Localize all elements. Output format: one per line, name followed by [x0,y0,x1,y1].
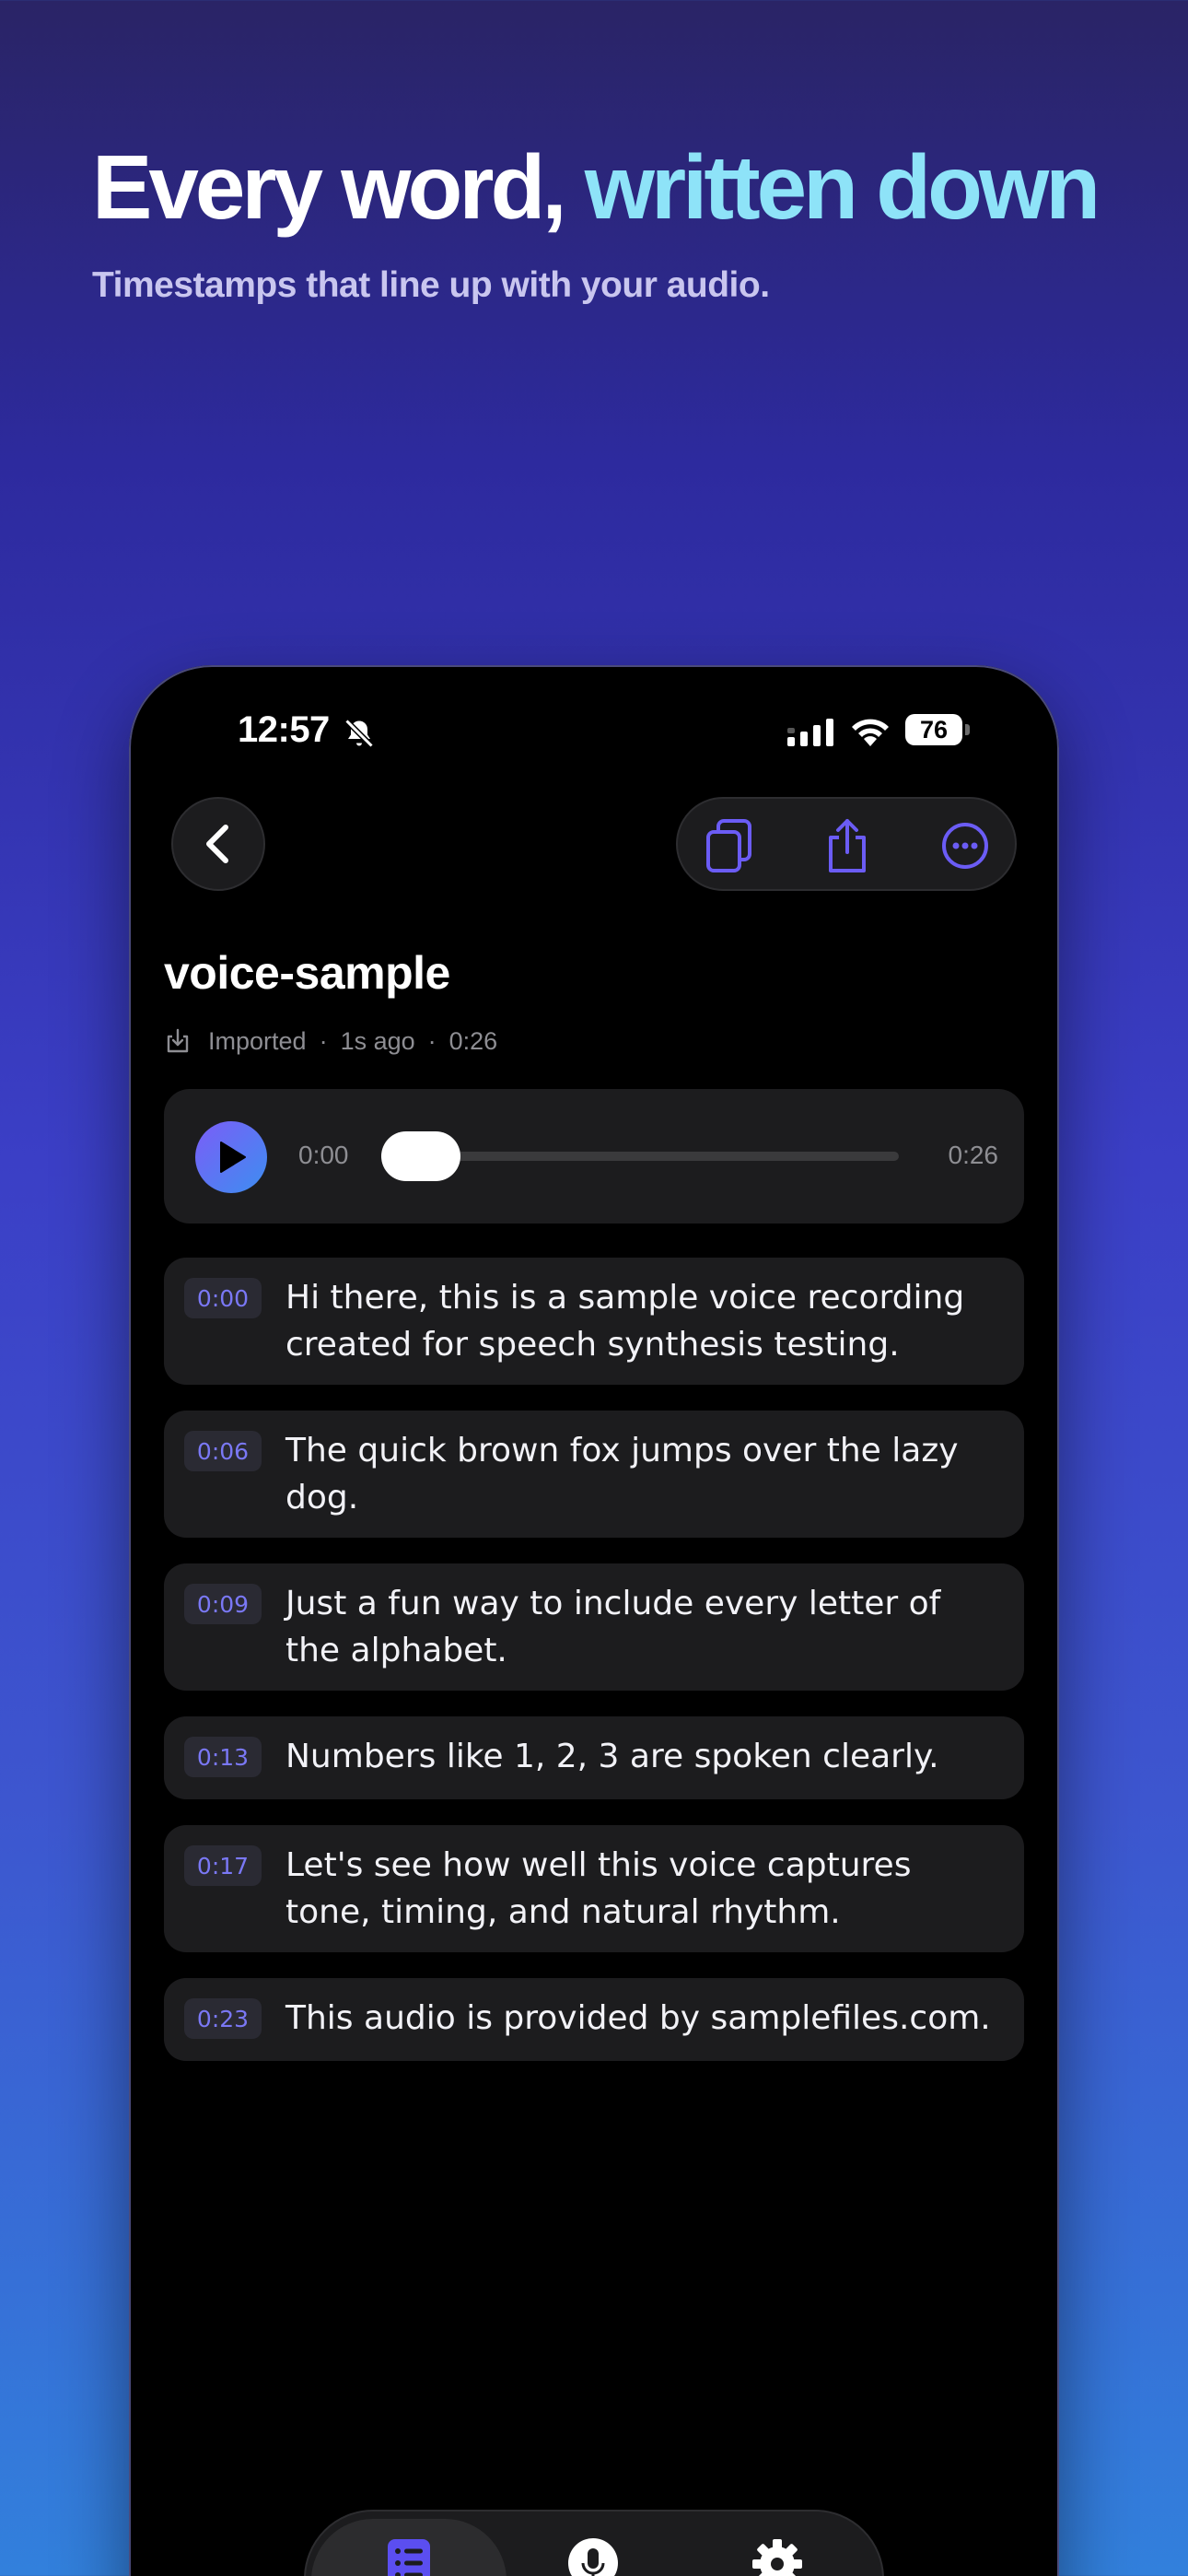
transcript-segment[interactable]: 0:13 Numbers like 1, 2, 3 are spoken cle… [164,1716,1024,1799]
progress-slider[interactable] [381,1131,899,1181]
microphone-icon [568,2538,618,2576]
headline: Every word, written down [92,136,1101,238]
total-time: 0:26 [948,1141,999,1169]
tab-record[interactable] [495,2519,691,2576]
battery-level: 76 [905,714,962,745]
battery-icon: 76 [905,714,970,745]
age-label: 1s ago [340,1026,415,1055]
segment-text: This audio is provided by samplefiles.co… [285,1999,991,2037]
subheadline: Timestamps that line up with your audio. [92,265,770,305]
transcript-segment[interactable]: 0:17 Let's see how well this voice captu… [164,1825,1024,1952]
chevron-left-icon [206,825,228,863]
segment-timestamp[interactable]: 0:23 [184,1998,262,2039]
segment-timestamp[interactable]: 0:17 [184,1845,262,1886]
action-group [676,797,1017,891]
segment-text: Let's see how well this voice captures t… [285,1846,912,1931]
segment-timestamp[interactable]: 0:13 [184,1737,262,1777]
headline-main: Every word, [92,136,585,238]
segment-timestamp[interactable]: 0:09 [184,1584,262,1624]
transcript-list: 0:00 Hi there, this is a sample voice re… [164,1258,1024,2087]
tab-bar [304,2510,884,2576]
transcript-segment[interactable]: 0:23 This audio is provided by samplefil… [164,1978,1024,2061]
status-time: 12:57 [238,709,330,750]
copy-button[interactable] [704,819,755,872]
signal-icon [787,719,833,746]
duration-label: 0:26 [448,1026,498,1055]
more-button[interactable] [939,820,991,872]
transcript-segment[interactable]: 0:06 The quick brown fox jumps over the … [164,1411,1024,1538]
phone-screen: 12:57 76 voice-sample Imported · 1s ago … [129,665,1059,2576]
transcript-segment[interactable]: 0:09 Just a fun way to include every let… [164,1563,1024,1691]
transcripts-icon [388,2539,430,2576]
import-icon [167,1028,189,1053]
recording-title: voice-sample [164,947,450,999]
segment-text: Just a fun way to include every letter o… [285,1585,941,1669]
headline-accent: written down [584,136,1101,238]
separator-dot: · [427,1026,437,1055]
tab-transcripts[interactable] [311,2519,507,2576]
share-button[interactable] [821,819,873,872]
current-time: 0:00 [298,1141,349,1169]
separator-dot: · [319,1026,328,1055]
tab-settings[interactable] [680,2519,875,2576]
segment-text: Hi there, this is a sample voice recordi… [285,1279,965,1364]
share-icon [829,819,866,872]
segment-timestamp[interactable]: 0:06 [184,1431,262,1471]
segment-text: The quick brown fox jumps over the lazy … [285,1432,959,1516]
transcript-segment[interactable]: 0:00 Hi there, this is a sample voice re… [164,1258,1024,1385]
battery-nub [965,724,970,735]
audio-player: 0:00 0:26 [164,1089,1024,1224]
play-icon [220,1142,246,1173]
bell-slash-icon [344,719,374,748]
segment-timestamp[interactable]: 0:00 [184,1278,262,1318]
progress-thumb[interactable] [381,1131,460,1181]
copy-icon [706,819,751,872]
segment-text: Numbers like 1, 2, 3 are spoken clearly. [285,1738,939,1775]
wifi-icon [852,719,889,746]
more-icon [942,823,988,869]
settings-icon [752,2539,802,2576]
back-button[interactable] [171,797,265,891]
recording-meta: Imported · 1s ago · 0:26 [164,1023,497,1060]
source-label: Imported [208,1026,307,1055]
status-bar: 12:57 76 [129,709,1059,765]
play-button[interactable] [195,1121,267,1193]
